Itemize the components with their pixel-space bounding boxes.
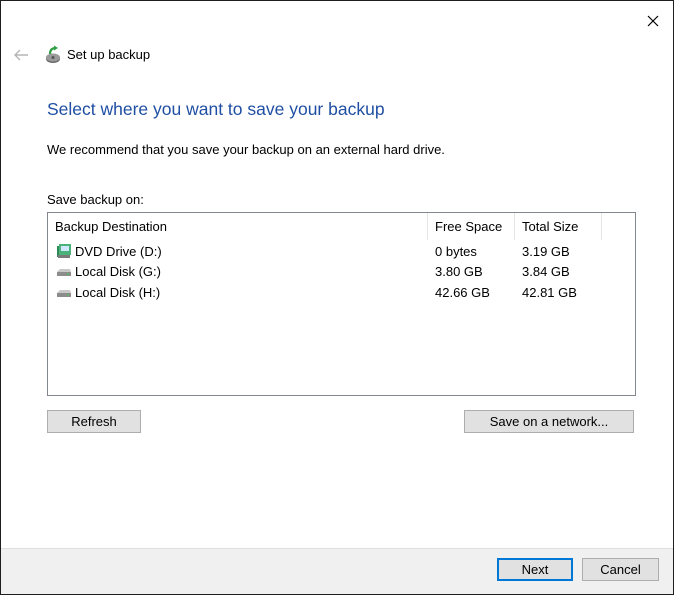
close-button[interactable]: [643, 11, 663, 31]
column-header-destination[interactable]: Backup Destination: [48, 213, 428, 240]
list-item[interactable]: Local Disk (G:) 3.80 GB 3.84 GB: [48, 261, 635, 281]
dvd-drive-icon: [57, 244, 71, 258]
list-item[interactable]: Local Disk (H:) 42.66 GB 42.81 GB: [48, 282, 635, 302]
total-size-value: 3.84 GB: [522, 263, 570, 279]
total-size-value: 42.81 GB: [522, 284, 577, 300]
refresh-button[interactable]: Refresh: [47, 410, 141, 433]
list-item[interactable]: DVD Drive (D:) 0 bytes 3.19 GB: [48, 241, 635, 261]
back-button[interactable]: [11, 45, 31, 65]
list-header: Backup Destination Free Space Total Size: [48, 213, 635, 240]
dialog-footer: Next Cancel: [1, 548, 673, 594]
column-header-total-size[interactable]: Total Size: [515, 213, 602, 240]
cancel-button[interactable]: Cancel: [582, 558, 659, 581]
free-space-value: 0 bytes: [435, 243, 477, 259]
setup-backup-window: Set up backup Select where you want to s…: [0, 0, 674, 595]
save-backup-label: Save backup on:: [47, 192, 144, 207]
drive-name: Local Disk (G:): [75, 263, 161, 279]
back-arrow-icon: [14, 49, 28, 61]
hard-disk-icon: [57, 290, 71, 297]
backup-app-icon: [46, 45, 60, 63]
drive-name: Local Disk (H:): [75, 284, 161, 300]
column-header-free-space[interactable]: Free Space: [428, 213, 515, 240]
window-title: Set up backup: [67, 47, 151, 62]
free-space-value: 42.66 GB: [435, 284, 490, 300]
page-heading: Select where you want to save your backu…: [47, 99, 385, 119]
hard-disk-icon: [57, 269, 71, 276]
total-size-value: 3.19 GB: [522, 243, 570, 259]
recommendation-text: We recommend that you save your backup o…: [47, 142, 445, 157]
next-button[interactable]: Next: [497, 558, 573, 581]
free-space-value: 3.80 GB: [435, 263, 483, 279]
close-icon: [647, 15, 659, 27]
backup-destination-list[interactable]: Backup Destination Free Space Total Size…: [47, 212, 636, 396]
save-on-network-button[interactable]: Save on a network...: [464, 410, 634, 433]
drive-name: DVD Drive (D:): [75, 243, 162, 259]
